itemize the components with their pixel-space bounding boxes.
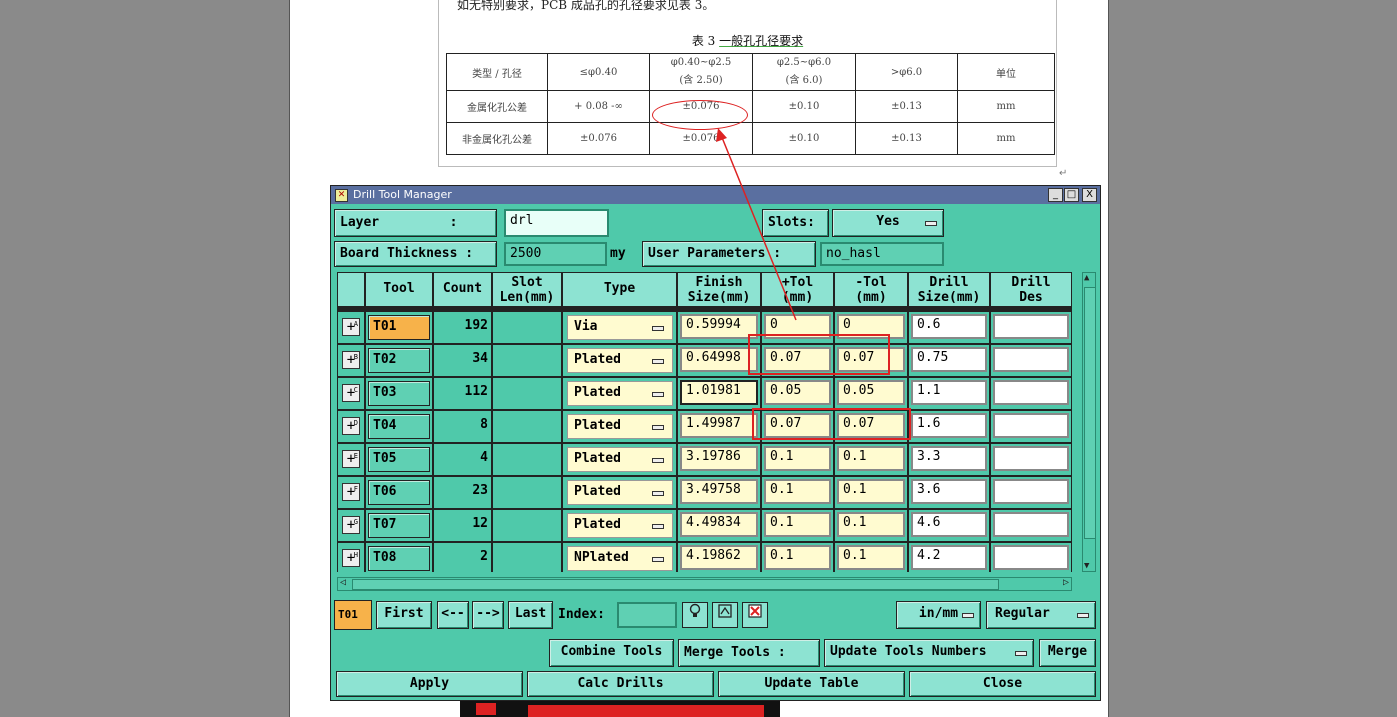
- annotation-arrow: [716, 128, 797, 321]
